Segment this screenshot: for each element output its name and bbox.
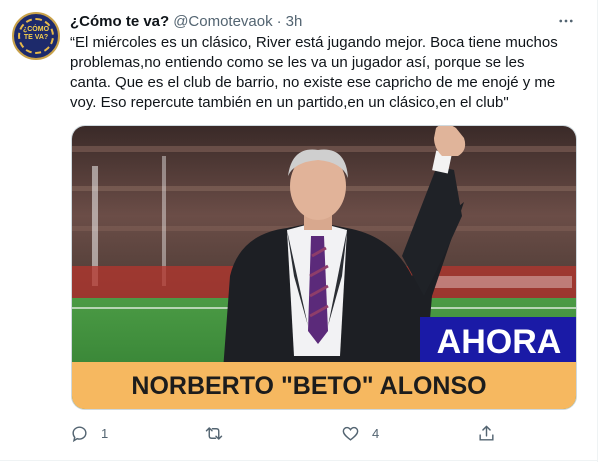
avatar-logo-line1: ¿CÓMO	[22, 26, 50, 33]
like-button[interactable]: 4	[341, 421, 379, 445]
reply-icon	[72, 425, 87, 442]
tweet-text: “El miércoles es un clásico, River está …	[70, 34, 558, 111]
avatar-logo-text: ¿CÓMO TE VA?	[14, 26, 58, 42]
reply-button[interactable]: 1	[70, 421, 108, 445]
more-icon	[559, 19, 573, 23]
tweet-divider	[0, 460, 598, 461]
user-handle[interactable]: @Comotevaok	[173, 13, 272, 30]
tweet[interactable]: ¿CÓMO TE VA? ¿Cómo te va? @Comotevaok · …	[0, 0, 616, 462]
timestamp[interactable]: 3h	[286, 13, 303, 30]
avatar-logo-line2: TE VA?	[23, 34, 49, 41]
retweet-icon	[205, 426, 223, 440]
share-icon	[479, 425, 494, 441]
timeline-border	[597, 0, 598, 462]
reply-count: 1	[101, 425, 109, 441]
heart-icon	[342, 426, 359, 441]
share-button[interactable]	[477, 421, 496, 445]
like-count: 4	[372, 425, 380, 441]
name-banner-text: NORBERTO "BETO" ALONSO	[131, 372, 486, 400]
tweet-media-image[interactable]: AHORA NORBERTO "BETO" ALONSO	[71, 125, 577, 410]
display-name[interactable]: ¿Cómo te va?	[70, 13, 169, 30]
separator-dot: ·	[276, 12, 282, 30]
tweet-actions: 1 4	[70, 421, 500, 445]
retweet-button[interactable]	[204, 421, 236, 445]
tweet-header: ¿Cómo te va? @Comotevaok · 3h	[70, 11, 302, 31]
avatar[interactable]: ¿CÓMO TE VA?	[12, 12, 60, 60]
more-options-button[interactable]	[555, 10, 577, 32]
media-photo: AHORA NORBERTO "BETO" ALONSO	[72, 126, 576, 409]
ahora-badge-text: AHORA	[437, 323, 562, 361]
